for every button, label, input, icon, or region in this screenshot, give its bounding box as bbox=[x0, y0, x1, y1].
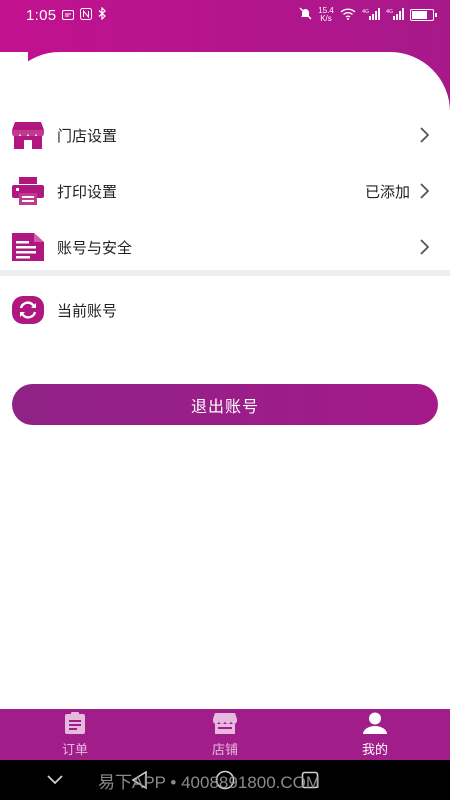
menu-label: 门店设置 bbox=[57, 127, 118, 145]
chevron-right-icon bbox=[418, 183, 430, 199]
chevron-right-icon bbox=[418, 239, 430, 255]
wifi-icon bbox=[340, 7, 356, 23]
store-icon bbox=[12, 119, 44, 151]
switch-icon bbox=[12, 294, 44, 326]
card-edge bbox=[0, 52, 28, 112]
tab-label: 我的 bbox=[361, 742, 388, 757]
watermark: 易下APP • 4008891800.COM bbox=[98, 773, 321, 792]
tab-label: 订单 bbox=[61, 742, 88, 757]
tab-shop[interactable]: 店铺 bbox=[150, 709, 300, 760]
bluetooth-icon bbox=[98, 6, 107, 23]
tab-orders[interactable]: 订单 bbox=[0, 709, 150, 760]
menu-item-store-settings[interactable]: 门店设置 bbox=[0, 107, 450, 163]
menu-item-account-security[interactable]: 账号与安全 bbox=[0, 219, 450, 275]
status-time: 1:05 bbox=[26, 6, 57, 24]
menu-label: 账号与安全 bbox=[57, 239, 133, 257]
chevron-down-icon[interactable] bbox=[44, 769, 66, 791]
logout-button[interactable]: 退出账号 bbox=[12, 384, 438, 425]
status-bar: 1:05 15.4 K/s 4G 4G bbox=[0, 0, 450, 30]
clipboard-icon bbox=[63, 711, 87, 735]
section-divider bbox=[0, 270, 450, 276]
shop-icon bbox=[213, 711, 237, 735]
net-speed: 15.4 K/s bbox=[318, 7, 334, 23]
user-icon bbox=[363, 711, 387, 735]
svg-text:4G: 4G bbox=[386, 9, 393, 15]
menu-value: 已添加 bbox=[364, 183, 410, 201]
net-speed-unit: K/s bbox=[320, 14, 332, 23]
menu-label: 打印设置 bbox=[57, 183, 118, 201]
tab-label: 店铺 bbox=[211, 742, 238, 757]
mute-icon bbox=[299, 7, 312, 23]
settings-menu: 门店设置 打印设置 已添加 账号与安全 bbox=[0, 107, 450, 275]
switch-account-row[interactable]: 当前账号 bbox=[0, 288, 450, 332]
printer-icon bbox=[12, 175, 44, 207]
signal-icon-2: 4G bbox=[386, 7, 404, 23]
svg-text:4G: 4G bbox=[362, 9, 369, 15]
battery-icon bbox=[410, 9, 437, 21]
nfc-icon bbox=[80, 7, 93, 23]
document-icon bbox=[12, 231, 44, 263]
bottom-tab-bar: 订单 店铺 我的 bbox=[0, 709, 450, 760]
menu-item-print-settings[interactable]: 打印设置 已添加 bbox=[0, 163, 450, 219]
message-icon bbox=[62, 7, 75, 23]
switch-account-label: 当前账号 bbox=[57, 302, 118, 320]
tab-mine[interactable]: 我的 bbox=[300, 709, 450, 760]
signal-icon-1: 4G bbox=[362, 7, 380, 23]
chevron-right-icon bbox=[418, 127, 430, 143]
